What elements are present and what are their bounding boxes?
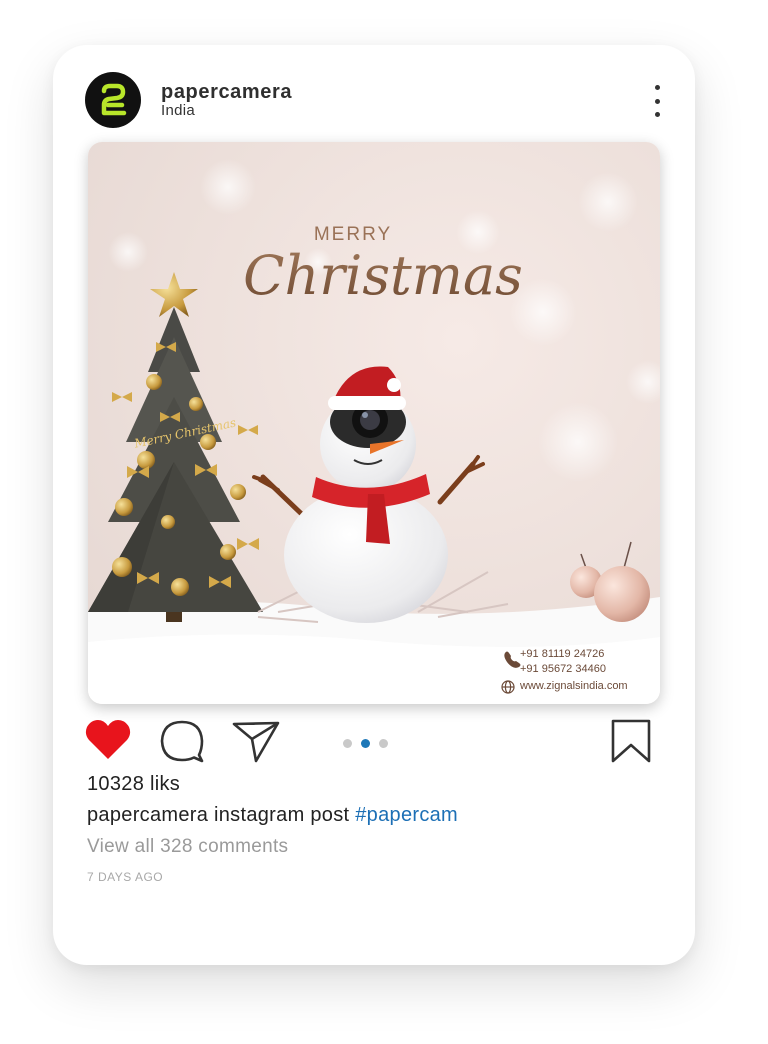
- bookmark-icon: [611, 719, 651, 763]
- share-button[interactable]: [231, 719, 281, 768]
- christmas-illustration: MERRY Christmas Merry Christmas: [88, 142, 660, 704]
- more-vertical-icon: [654, 85, 660, 90]
- avatar[interactable]: [85, 72, 141, 128]
- carousel-dot[interactable]: [379, 739, 388, 748]
- papercamera-logo-icon: [101, 83, 127, 116]
- carousel-dot-active[interactable]: [361, 739, 370, 748]
- comment-icon: [160, 720, 204, 763]
- caption-username[interactable]: papercamera: [87, 804, 208, 826]
- greeting-top: MERRY: [314, 224, 392, 245]
- carousel-dot[interactable]: [343, 739, 352, 748]
- caption-text: instagram post: [214, 804, 350, 826]
- post-image[interactable]: MERRY Christmas Merry Christmas +91 8111…: [88, 142, 660, 704]
- post-username[interactable]: papercamera: [161, 81, 292, 104]
- post-timestamp: 7 DAYS AGO: [87, 870, 164, 884]
- post-caption: papercamera instagram post #papercam: [87, 804, 458, 827]
- heart-icon: [85, 720, 131, 759]
- contact-phone-1: +91 81119 24726: [520, 648, 605, 660]
- more-options-button[interactable]: [645, 85, 669, 117]
- contact-website: www.zignalsindia.com: [520, 680, 628, 692]
- likes-count[interactable]: 10328 liks: [87, 773, 180, 796]
- view-comments-link[interactable]: View all 328 comments: [87, 836, 288, 858]
- caption-hashtag[interactable]: #papercam: [355, 804, 458, 826]
- contact-phone-2: +91 95672 34460: [520, 663, 606, 675]
- save-button[interactable]: [610, 718, 652, 769]
- post-location[interactable]: India: [161, 102, 195, 119]
- send-icon: [232, 721, 280, 763]
- like-button[interactable]: [85, 719, 131, 766]
- greeting-main: Christmas: [243, 244, 523, 307]
- instagram-post-card: papercamera India MERRY Christmas Merry …: [53, 45, 695, 965]
- carousel-indicator: [343, 739, 388, 748]
- comment-button[interactable]: [159, 719, 205, 768]
